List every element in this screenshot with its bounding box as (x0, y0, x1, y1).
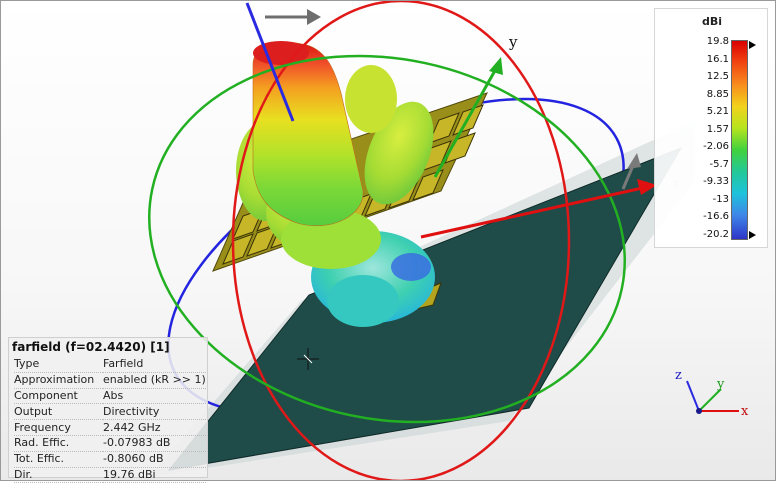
info-key: Type (14, 357, 40, 371)
info-row: Tot. Effic. -0.8060 dB (14, 451, 206, 468)
legend-max-marker-icon (749, 41, 756, 49)
legend-tick-label: 16.1 (706, 53, 729, 65)
legend-tick-label: -16.6 (703, 211, 729, 223)
info-value: -0.8060 dB (103, 452, 164, 466)
triad-y-label: y (716, 377, 725, 392)
info-row: Rad. Effic. -0.07983 dB (14, 435, 206, 452)
info-value: 2.442 GHz (103, 420, 161, 434)
info-key: Rad. Effic. (14, 436, 70, 450)
info-key: Frequency (14, 420, 71, 434)
legend-tick-label: -5.7 (709, 158, 729, 170)
info-value: -0.07983 dB (103, 436, 171, 450)
orientation-triad: x y z (675, 368, 749, 419)
info-value: Farfield (103, 357, 144, 371)
back-lobe-blue (391, 253, 431, 281)
info-value: Abs (103, 388, 124, 402)
info-row: Frequency 2.442 GHz (14, 420, 206, 436)
triad-x-label: x (741, 404, 749, 419)
axis-y-arrow (489, 57, 503, 75)
legend-tick-label: -9.33 (703, 176, 729, 188)
info-key: Approximation (14, 373, 95, 387)
colorbar-legend: dBi 19.8 16.1 12.5 8.85 5.21 1.57 -2.06 -5.7 -9.… (654, 8, 768, 248)
info-value: Directivity (103, 404, 160, 418)
legend-color-bar (731, 40, 748, 240)
info-table: Type Farfield Approximation enabled (kR >> … (14, 357, 206, 483)
axis-y-label: y (508, 33, 518, 51)
info-value: enabled (kR >> 1) (103, 373, 206, 387)
legend-tick-label: 12.5 (706, 71, 729, 83)
info-key: Component (14, 388, 78, 402)
legend-tick-label: -13 (712, 193, 729, 205)
info-row: Component Abs (14, 388, 206, 404)
info-row: Approximation enabled (kR >> 1) (14, 372, 206, 389)
legend-tick-label: -20.2 (703, 229, 729, 240)
farfield-info-panel: farfield (f=02.4420) [1] Type Farfield App… (8, 337, 208, 483)
legend-tick-label: 5.21 (706, 106, 729, 118)
legend-tick-label: 1.57 (706, 123, 729, 135)
side-lobe-upper-right (345, 65, 397, 133)
legend-tick-label: -2.06 (703, 141, 729, 153)
info-key: Tot. Effic. (14, 452, 65, 466)
triad-z-label: z (675, 368, 682, 383)
info-title: farfield (f=02.4420) [1] (12, 340, 170, 354)
legend-unit: dBi (701, 15, 723, 28)
legend-min-marker-icon (749, 231, 756, 239)
info-row: Output Directivity (14, 404, 206, 420)
legend-tick-label: 8.85 (706, 88, 729, 100)
back-lobe-lower (327, 275, 399, 327)
faint-axis-up-arrow (307, 9, 321, 25)
info-row: Type Farfield (14, 357, 206, 373)
info-key: Output (14, 404, 53, 418)
legend-tick-label: 19.8 (706, 36, 729, 47)
